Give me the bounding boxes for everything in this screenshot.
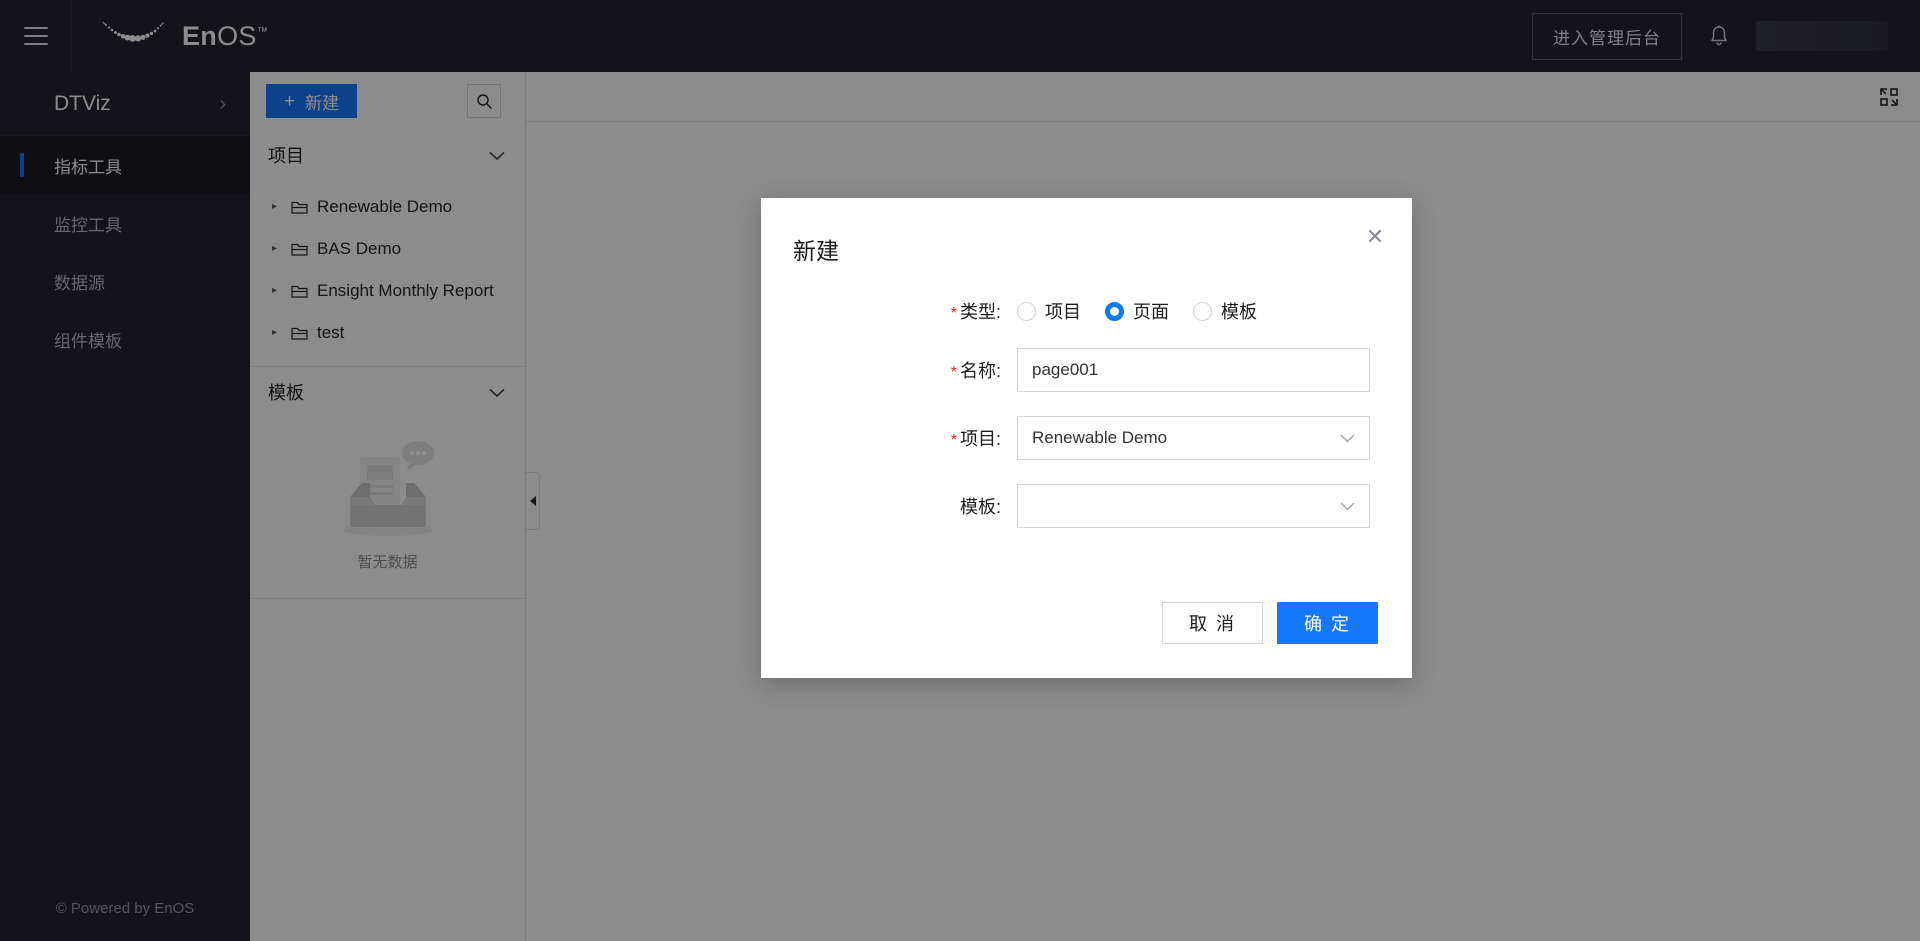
project-label-text: 项目: [959, 429, 1001, 449]
project-label: * 项目: [761, 425, 1017, 451]
radio-label: 项目 [1045, 302, 1081, 322]
chevron-down-icon [1340, 430, 1355, 447]
type-label-text: 类型: [959, 302, 1001, 322]
dialog-body: * 类型: 项目 页面 模板 * 名称: page001 * 项目: Renew… [761, 266, 1412, 528]
template-label: 模板: [761, 493, 1017, 519]
form-row-name: * 名称: [761, 348, 1370, 392]
name-label: * 名称: [761, 357, 1017, 383]
radio-label: 页面 [1133, 302, 1169, 322]
type-label: * 类型: [761, 298, 1017, 324]
required-asterisk: * [950, 305, 957, 322]
dialog-header: 新建 ✕ [761, 198, 1412, 266]
template-label-text: 模板: [959, 497, 1001, 517]
app-root: EnOS™ 进入管理后台 DTViz › 指标工具 监控工具 数据源 组件模板 … [0, 0, 1920, 941]
project-select-value: Renewable Demo [1032, 428, 1168, 447]
cancel-button[interactable]: 取 消 [1161, 602, 1263, 644]
required-asterisk: * [950, 432, 957, 449]
close-icon[interactable]: ✕ [1360, 222, 1390, 252]
radio-circle-checked-icon [1105, 301, 1124, 321]
confirm-button[interactable]: 确 定 [1276, 602, 1378, 644]
radio-option-page[interactable]: 页面 [1105, 298, 1169, 324]
project-select[interactable]: Renewable Demo [1017, 416, 1370, 460]
radio-option-project[interactable]: 项目 [1017, 298, 1081, 324]
radio-option-template[interactable]: 模板 [1193, 298, 1257, 324]
name-input[interactable] [1017, 348, 1370, 392]
new-item-dialog: 新建 ✕ * 类型: 项目 页面 模板 * 名称: page001 * 项目: … [761, 198, 1412, 678]
form-row-project: * 项目: Renewable Demo [761, 416, 1370, 460]
required-asterisk: * [950, 364, 957, 381]
form-row-template: 模板: [761, 484, 1370, 528]
type-radio-group: 项目 页面 模板 [1017, 298, 1271, 324]
dialog-title: 新建 [793, 238, 839, 264]
name-label-text: 名称: [959, 361, 1001, 381]
radio-circle-icon [1017, 301, 1036, 321]
template-select[interactable] [1017, 484, 1370, 528]
radio-label: 模板 [1221, 302, 1257, 322]
chevron-down-icon [1340, 498, 1355, 515]
radio-circle-icon [1193, 301, 1212, 321]
dialog-footer: 取 消 确 定 [1161, 602, 1378, 644]
form-row-type: * 类型: 项目 页面 模板 [761, 298, 1370, 324]
